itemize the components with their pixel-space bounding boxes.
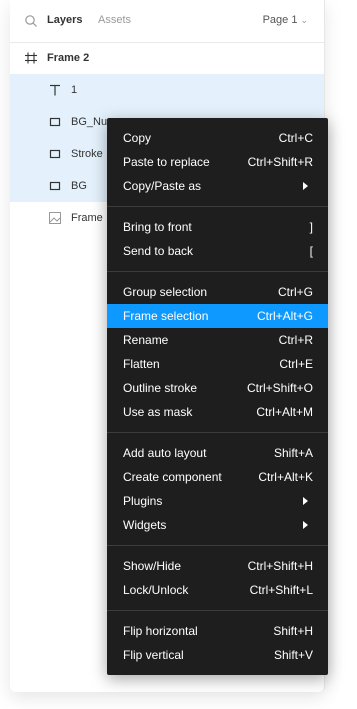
- tab-layers[interactable]: Layers: [47, 14, 82, 26]
- text-icon: [50, 84, 60, 96]
- menu-item-paste-to-replace[interactable]: Paste to replace Ctrl+Shift+R: [107, 150, 328, 174]
- menu-item-label: Flatten: [123, 357, 160, 371]
- layer-label: Stroke: [71, 148, 103, 160]
- rectangle-icon: [49, 149, 61, 159]
- menu-item-label: Create component: [123, 470, 222, 484]
- menu-item-shortcut: Shift+H: [273, 624, 313, 638]
- menu-item-label: Flip vertical: [123, 648, 184, 662]
- search-icon[interactable]: [24, 14, 38, 28]
- menu-item-create-component[interactable]: Create component Ctrl+Alt+K: [107, 465, 328, 489]
- menu-item-use-as-mask[interactable]: Use as mask Ctrl+Alt+M: [107, 400, 328, 424]
- menu-item-shortcut: Ctrl+Shift+R: [247, 155, 313, 169]
- menu-item-label: Widgets: [123, 518, 167, 532]
- menu-item-shortcut: Ctrl+C: [278, 131, 313, 145]
- menu-item-shortcut: Ctrl+Shift+L: [249, 583, 313, 597]
- menu-item-shortcut: Ctrl+Shift+H: [247, 559, 313, 573]
- menu-item-label: Plugins: [123, 494, 163, 508]
- submenu-arrow-icon: [303, 521, 308, 529]
- rectangle-icon: [49, 117, 61, 127]
- menu-item-flatten[interactable]: Flatten Ctrl+E: [107, 352, 328, 376]
- menu-item-plugins[interactable]: Plugins: [107, 489, 328, 513]
- chevron-down-icon: ⌄: [300, 15, 308, 25]
- menu-item-label: Copy/Paste as: [123, 179, 202, 193]
- menu-item-label: Use as mask: [123, 405, 193, 419]
- layer-label: Frame 2: [47, 52, 90, 64]
- menu-item-show-hide[interactable]: Show/Hide Ctrl+Shift+H: [107, 554, 328, 578]
- menu-item-group-selection[interactable]: Group selection Ctrl+G: [107, 280, 328, 304]
- menu-item-shortcut: ]: [309, 220, 313, 234]
- menu-item-label: Rename: [123, 333, 169, 347]
- layer-row[interactable]: 1: [10, 74, 324, 106]
- menu-item-copy[interactable]: Copy Ctrl+C: [107, 126, 328, 150]
- layer-row-frame[interactable]: Frame 2: [10, 42, 324, 74]
- layer-label: 1: [71, 84, 78, 96]
- menu-item-widgets[interactable]: Widgets: [107, 513, 328, 537]
- menu-item-rename[interactable]: Rename Ctrl+R: [107, 328, 328, 352]
- menu-item-lock-unlock[interactable]: Lock/Unlock Ctrl+Shift+L: [107, 578, 328, 602]
- context-menu: Copy Ctrl+C Paste to replace Ctrl+Shift+R Co…: [107, 118, 328, 675]
- menu-item-bring-to-front[interactable]: Bring to front]: [107, 215, 328, 239]
- menu-item-shortcut: Ctrl+Alt+K: [258, 470, 313, 484]
- layer-label: BG_Nu: [71, 116, 107, 128]
- menu-item-shortcut: Ctrl+Alt+G: [256, 309, 313, 323]
- menu-item-label: Show/Hide: [123, 559, 182, 573]
- menu-separator: [107, 206, 328, 207]
- menu-item-label: Copy: [123, 131, 152, 145]
- layer-label: BG: [71, 180, 87, 192]
- menu-item-send-to-back[interactable]: Send to back [: [107, 239, 328, 263]
- image-icon: [49, 212, 61, 224]
- page-selector-label: Page 1: [262, 14, 298, 26]
- menu-item-label: Flip horizontal: [123, 624, 198, 638]
- menu-item-outline-stroke[interactable]: Outline stroke Ctrl+Shift+O: [107, 376, 328, 400]
- menu-item-shortcut: Shift+V: [273, 648, 313, 662]
- menu-item-label: Add auto layout: [123, 446, 207, 460]
- submenu-arrow-icon: [303, 182, 308, 190]
- menu-item-label: Paste to replace: [123, 155, 210, 169]
- rectangle-icon: [49, 181, 61, 191]
- menu-item-shortcut: Shift+A: [273, 446, 313, 460]
- menu-item-flip-vertical[interactable]: Flip vertical Shift+V: [107, 643, 328, 667]
- menu-item-shortcut: Ctrl+R: [278, 333, 313, 347]
- menu-item-copy-paste-as[interactable]: Copy/Paste as: [107, 174, 328, 198]
- menu-item-label: Frame selection: [123, 309, 209, 323]
- menu-separator: [107, 545, 328, 546]
- menu-item-label: Bring to front: [123, 220, 192, 234]
- tab-assets[interactable]: Assets: [98, 14, 131, 26]
- frame-icon: [25, 52, 37, 64]
- menu-item-flip-horizontal[interactable]: Flip horizontal Shift+H: [107, 619, 328, 643]
- menu-item-label: Group selection: [123, 285, 208, 299]
- menu-separator: [107, 432, 328, 433]
- menu-item-label: Lock/Unlock: [123, 583, 189, 597]
- menu-item-shortcut: Ctrl+Alt+M: [256, 405, 313, 419]
- layer-label: Frame: [71, 212, 103, 224]
- panel-tabs: Layers Assets Page 1 ⌄: [10, 0, 324, 43]
- menu-separator: [107, 610, 328, 611]
- menu-item-label: Send to back: [123, 244, 194, 258]
- menu-item-label: Outline stroke: [123, 381, 198, 395]
- menu-item-shortcut: [: [309, 244, 313, 258]
- submenu-arrow-icon: [303, 497, 308, 505]
- menu-item-frame-selection[interactable]: Frame selection Ctrl+Alt+G: [107, 304, 328, 328]
- menu-item-shortcut: Ctrl+E: [279, 357, 313, 371]
- menu-separator: [107, 271, 328, 272]
- page-selector[interactable]: Page 1 ⌄: [263, 14, 308, 26]
- menu-item-shortcut: Ctrl+G: [277, 285, 313, 299]
- menu-item-add-auto-layout[interactable]: Add auto layout Shift+A: [107, 441, 328, 465]
- menu-item-shortcut: Ctrl+Shift+O: [246, 381, 313, 395]
